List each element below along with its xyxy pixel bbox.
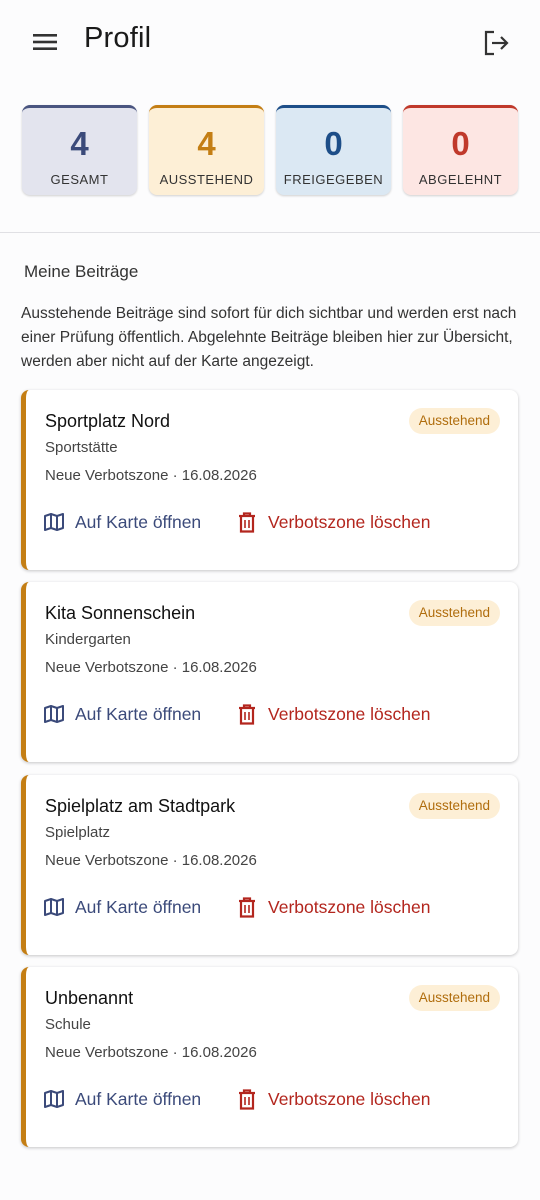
stat-pending-value: 4: [197, 125, 216, 162]
contribution-card: Spielplatz am Stadtpark Ausstehend Spiel…: [21, 775, 518, 955]
trash-icon: [236, 703, 258, 725]
stat-approved-label: FREIGEGEBEN: [283, 172, 384, 187]
stat-total[interactable]: 4 GESAMT: [22, 105, 137, 195]
logout-button[interactable]: [476, 24, 516, 62]
map-icon: [43, 511, 65, 533]
open-map-label: Auf Karte öffnen: [75, 896, 202, 917]
open-map-button[interactable]: Auf Karte öffnen: [43, 507, 201, 537]
card-meta: Neue Verbotszone · 16.08.2026: [45, 1044, 257, 1061]
card-type: Spielplatz: [45, 824, 111, 841]
open-map-button[interactable]: Auf Karte öffnen: [43, 1084, 201, 1114]
app-bar: Profil: [0, 0, 540, 86]
menu-icon: [33, 34, 57, 50]
card-title: Kita Sonnenschein: [45, 603, 196, 623]
delete-zone-button[interactable]: Verbotszone löschen: [236, 699, 430, 729]
contribution-card: Sportplatz Nord Ausstehend Sportstätte N…: [21, 390, 518, 570]
logout-icon: [484, 30, 509, 56]
stat-rejected[interactable]: 0 ABGELEHNT: [403, 105, 518, 195]
trash-icon: [236, 1088, 258, 1110]
status-badge: Ausstehend: [408, 600, 500, 626]
section-title: Meine Beiträge: [24, 262, 139, 281]
map-icon: [43, 1088, 65, 1110]
delete-zone-button[interactable]: Verbotszone löschen: [236, 892, 430, 922]
card-type: Schule: [45, 1016, 91, 1033]
stat-pending-label: AUSSTEHEND: [159, 172, 254, 187]
delete-zone-button[interactable]: Verbotszone löschen: [236, 507, 430, 537]
card-title: Spielplatz am Stadtpark: [45, 796, 236, 816]
info-text: Ausstehende Beiträge sind sofort für dic…: [21, 305, 517, 370]
menu-button[interactable]: [24, 24, 66, 60]
stats-summary: 4 GESAMT 4 AUSSTEHEND 0 FREIGEGEBEN 0 AB…: [22, 105, 520, 195]
card-title: Unbenannt: [45, 988, 134, 1008]
open-map-button[interactable]: Auf Karte öffnen: [43, 892, 201, 922]
open-map-label: Auf Karte öffnen: [75, 511, 202, 532]
card-meta: Neue Verbotszone · 16.08.2026: [45, 659, 257, 676]
card-title: Sportplatz Nord: [45, 411, 171, 431]
card-type: Sportstätte: [45, 439, 118, 456]
delete-zone-label: Verbotszone löschen: [268, 1088, 431, 1109]
contribution-card: Kita Sonnenschein Ausstehend Kindergarte…: [21, 582, 518, 762]
card-meta: Neue Verbotszone · 16.08.2026: [45, 467, 257, 484]
delete-zone-label: Verbotszone löschen: [268, 511, 431, 532]
stat-rejected-value: 0: [451, 125, 470, 162]
stat-approved-value: 0: [324, 125, 343, 162]
stat-approved[interactable]: 0 FREIGEGEBEN: [276, 105, 391, 195]
stat-total-label: GESAMT: [50, 172, 109, 187]
status-badge: Ausstehend: [408, 793, 500, 819]
delete-zone-button[interactable]: Verbotszone löschen: [236, 1084, 430, 1114]
open-map-label: Auf Karte öffnen: [75, 703, 202, 724]
contribution-card: Unbenannt Ausstehend Schule Neue Verbots…: [21, 967, 518, 1147]
stat-pending[interactable]: 4 AUSSTEHEND: [149, 105, 264, 195]
open-map-label: Auf Karte öffnen: [75, 1088, 202, 1109]
status-badge: Ausstehend: [408, 408, 500, 434]
divider: [0, 232, 540, 233]
stat-rejected-label: ABGELEHNT: [418, 172, 503, 187]
card-meta: Neue Verbotszone · 16.08.2026: [45, 852, 257, 869]
map-icon: [43, 896, 65, 918]
delete-zone-label: Verbotszone löschen: [268, 896, 431, 917]
stat-total-value: 4: [70, 125, 89, 162]
status-badge: Ausstehend: [408, 985, 500, 1011]
open-map-button[interactable]: Auf Karte öffnen: [43, 699, 201, 729]
trash-icon: [236, 896, 258, 918]
map-icon: [43, 703, 65, 725]
trash-icon: [236, 511, 258, 533]
delete-zone-label: Verbotszone löschen: [268, 703, 431, 724]
card-type: Kindergarten: [45, 631, 131, 648]
page-title: Profil: [84, 22, 152, 54]
